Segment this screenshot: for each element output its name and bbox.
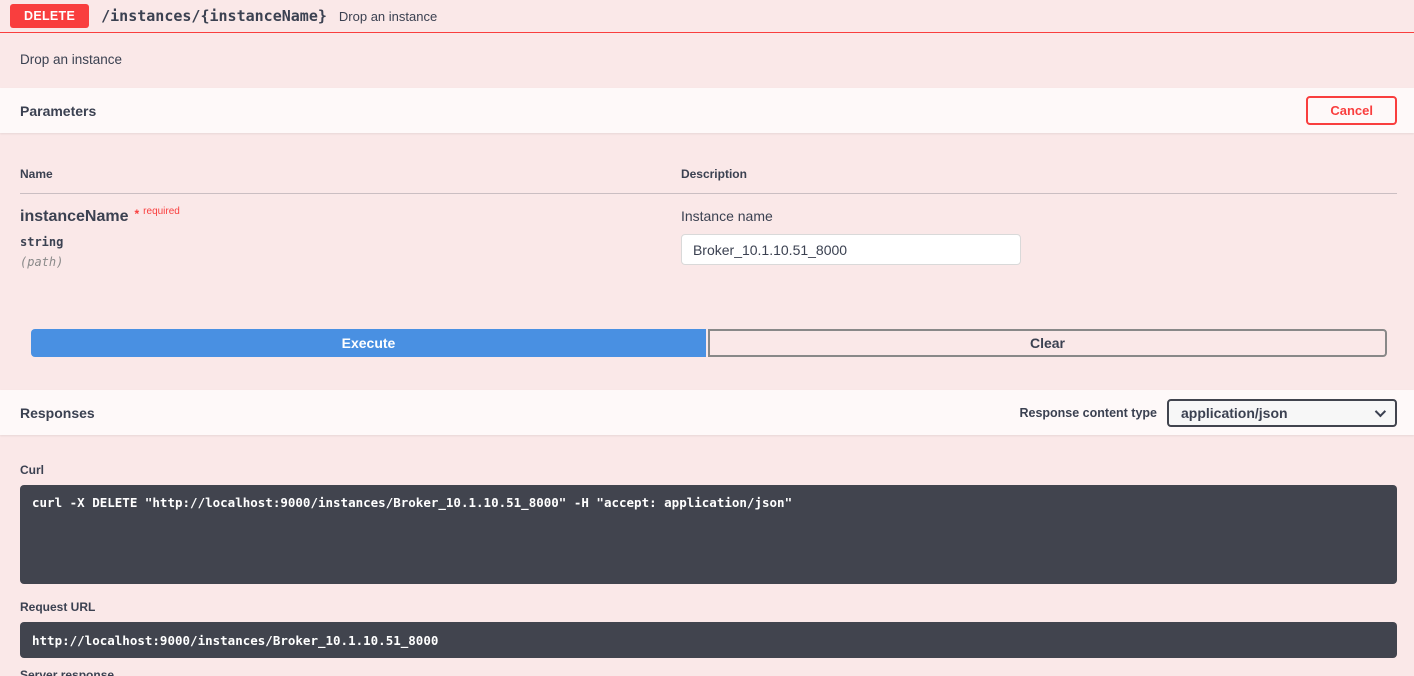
endpoint-summary-text: Drop an instance: [339, 9, 437, 24]
execute-button[interactable]: Execute: [31, 329, 706, 357]
parameter-description-label: Instance name: [681, 208, 1397, 224]
parameters-table-header-row: Name Description: [20, 167, 1397, 194]
endpoint-description: Drop an instance: [0, 33, 1414, 88]
response-content-type-label: Response content type: [1019, 406, 1157, 420]
curl-label: Curl: [20, 463, 1397, 477]
required-label: required: [143, 206, 180, 217]
responses-body: Curl curl -X DELETE "http://localhost:90…: [0, 463, 1414, 676]
parameter-name: instanceName: [20, 208, 129, 226]
request-url-block: http://localhost:9000/instances/Broker_1…: [20, 622, 1397, 658]
parameter-row: instanceName * required string (path) In…: [20, 194, 1397, 269]
parameters-title: Parameters: [20, 103, 96, 119]
cancel-button[interactable]: Cancel: [1306, 96, 1397, 125]
description-column-header: Description: [681, 167, 1397, 181]
parameter-type: string: [20, 235, 681, 249]
parameter-description-cell: Instance name: [681, 208, 1397, 269]
response-content-type-select[interactable]: application/json: [1167, 399, 1397, 427]
execute-button-group: Execute Clear: [0, 269, 1414, 357]
request-url-label: Request URL: [20, 600, 1397, 614]
curl-command-block[interactable]: curl -X DELETE "http://localhost:9000/in…: [20, 485, 1397, 584]
response-content-type-value: application/json: [1181, 405, 1288, 421]
responses-title: Responses: [20, 405, 95, 421]
required-star: *: [135, 207, 140, 221]
name-column-header: Name: [20, 167, 681, 181]
instance-name-input[interactable]: [681, 234, 1021, 265]
chevron-down-icon: [1375, 405, 1386, 416]
parameter-location: (path): [20, 255, 681, 269]
parameter-name-cell: instanceName * required string (path): [20, 208, 681, 269]
clear-button[interactable]: Clear: [708, 329, 1387, 357]
response-content-type-control: Response content type application/json: [1019, 399, 1397, 427]
http-method-badge: DELETE: [10, 4, 89, 28]
server-response-label: Server response: [20, 668, 1397, 676]
endpoint-path[interactable]: /instances/{instanceName}: [101, 7, 327, 25]
responses-section-header: Responses Response content type applicat…: [0, 390, 1414, 435]
endpoint-summary-bar[interactable]: DELETE /instances/{instanceName} Drop an…: [0, 0, 1414, 33]
parameters-section-header: Parameters Cancel: [0, 88, 1414, 133]
delete-instance-opblock: DELETE /instances/{instanceName} Drop an…: [0, 0, 1414, 676]
parameters-table: Name Description instanceName * required…: [0, 167, 1414, 269]
